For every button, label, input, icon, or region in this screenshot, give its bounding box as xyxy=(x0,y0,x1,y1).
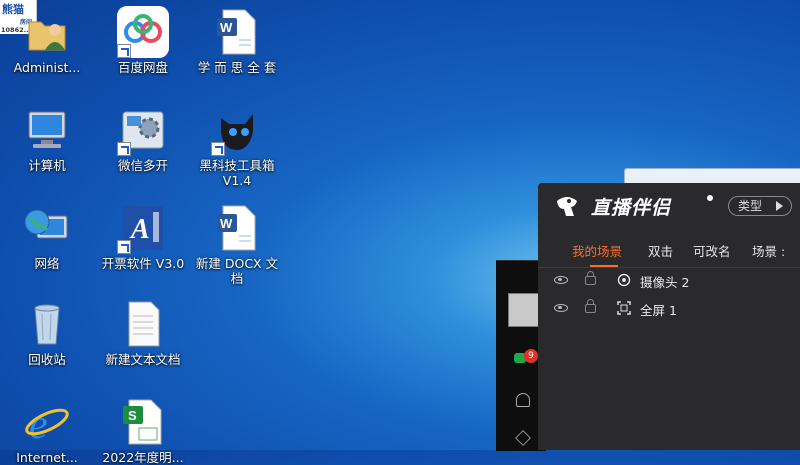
text-file-icon xyxy=(117,298,169,350)
scene-row-camera[interactable]: 摄像头 2 xyxy=(538,267,800,295)
shortcut-arrow-icon xyxy=(117,240,131,254)
svg-text:S: S xyxy=(128,408,137,423)
lock-icon[interactable] xyxy=(585,299,596,313)
desktop-icon-label: 学 而 思 全 套 xyxy=(197,60,277,75)
recycle-bin-icon xyxy=(21,298,73,350)
desktop-icon-label: 微信多开 xyxy=(117,158,168,173)
word-doc-icon: W xyxy=(211,6,263,58)
notification-badge: 9 xyxy=(524,349,538,363)
panel-title: 直播伴侣 xyxy=(591,197,672,219)
lock-icon[interactable] xyxy=(585,271,596,285)
user-icon[interactable] xyxy=(516,393,530,407)
tab-double-click[interactable]: 双击 xyxy=(648,241,673,260)
eye-icon[interactable] xyxy=(554,304,568,312)
type-button[interactable]: 类型 xyxy=(728,196,792,216)
user-folder-icon xyxy=(21,6,73,58)
desktop-icon-label: 黑科技工具箱 V1.4 xyxy=(199,158,275,188)
svg-text:A: A xyxy=(129,214,150,245)
ie-icon: e xyxy=(21,396,73,448)
cube-icon[interactable] xyxy=(515,430,531,446)
scene-row-fullscreen[interactable]: 全屏 1 xyxy=(538,295,800,323)
desktop-icon-administrator[interactable]: Administ... xyxy=(4,6,90,75)
spreadsheet-icon: S xyxy=(117,396,169,448)
type-button-label: 类型 xyxy=(738,199,763,213)
desktop-icon-label: 新建 DOCX 文档 xyxy=(195,256,279,286)
avatar[interactable] xyxy=(508,293,540,327)
fullscreen-source-icon xyxy=(617,301,631,315)
desktop-icon-label: 新建文本文档 xyxy=(105,352,181,367)
shortcut-arrow-icon xyxy=(117,142,131,156)
desktop-icon-label: 百度网盘 xyxy=(117,60,168,75)
tab-renamable[interactable]: 可改名 xyxy=(693,241,731,260)
desktop-icon-label: Internet... xyxy=(16,450,78,465)
desktop-icon-xueersi[interactable]: W 学 而 思 全 套 xyxy=(194,6,280,75)
desktop-icon-spreadsheet[interactable]: S 2022年度明... xyxy=(100,396,186,465)
desktop-icon-wechat-multi[interactable]: 微信多开 xyxy=(100,104,186,173)
desktop-icon-label: 2022年度明... xyxy=(102,450,184,465)
desktop-icon-new-docx[interactable]: W 新建 DOCX 文档 xyxy=(194,202,280,286)
camera-source-icon xyxy=(617,273,631,287)
desktop-icon-invoice[interactable]: A 开票软件 V3.0 xyxy=(100,202,186,271)
play-triangle-icon xyxy=(776,201,783,211)
gear-installer-icon xyxy=(117,104,169,156)
title-dot-icon xyxy=(707,195,713,201)
desktop-icon-label: 计算机 xyxy=(28,158,66,173)
mascot-logo-icon xyxy=(554,193,580,219)
svg-text:e: e xyxy=(29,402,48,448)
network-globe-icon xyxy=(21,202,73,254)
svg-text:W: W xyxy=(220,20,233,35)
eye-icon[interactable] xyxy=(554,276,568,284)
desktop-icon-recycle-bin[interactable]: 回收站 xyxy=(4,298,90,367)
scene-tabs: 我的场景 双击 可改名 场景 : xyxy=(538,241,800,267)
cloud-icon xyxy=(117,6,169,58)
desktop-icon-network[interactable]: 网络 xyxy=(4,202,90,271)
word-doc-icon: W xyxy=(211,202,263,254)
scene-name: 全屏 1 xyxy=(640,303,677,318)
desktop-icon-baidu-netdisk[interactable]: 百度网盘 xyxy=(100,6,186,75)
cat-icon xyxy=(211,104,263,156)
shortcut-arrow-icon xyxy=(211,142,225,156)
desktop-icon-label: 网络 xyxy=(34,256,60,271)
desktop-icon-computer[interactable]: 计算机 xyxy=(4,104,90,173)
desktop-icon-black-tech[interactable]: 黑科技工具箱 V1.4 xyxy=(194,104,280,188)
scene-name: 摄像头 2 xyxy=(640,275,690,290)
tab-my-scenes[interactable]: 我的场景 xyxy=(572,241,622,260)
computer-icon xyxy=(21,104,73,156)
desktop-icon-ie[interactable]: e Internet... xyxy=(4,396,90,465)
desktop-icon-label: 开票软件 V3.0 xyxy=(101,256,185,271)
tab-scenes[interactable]: 场景 : xyxy=(752,241,785,260)
live-companion-panel: 直播伴侣 类型 我的场景 双击 可改名 场景 : 摄像头 2 全屏 1 xyxy=(538,183,800,450)
desktop-icon-label: 回收站 xyxy=(28,352,66,367)
desktop-icon-new-txt[interactable]: 新建文本文档 xyxy=(100,298,186,367)
invoice-app-icon: A xyxy=(117,202,169,254)
svg-text:W: W xyxy=(220,216,233,231)
panel-header: 直播伴侣 类型 xyxy=(538,183,800,231)
desktop-icon-label: Administ... xyxy=(13,60,81,75)
shortcut-arrow-icon xyxy=(117,44,131,58)
